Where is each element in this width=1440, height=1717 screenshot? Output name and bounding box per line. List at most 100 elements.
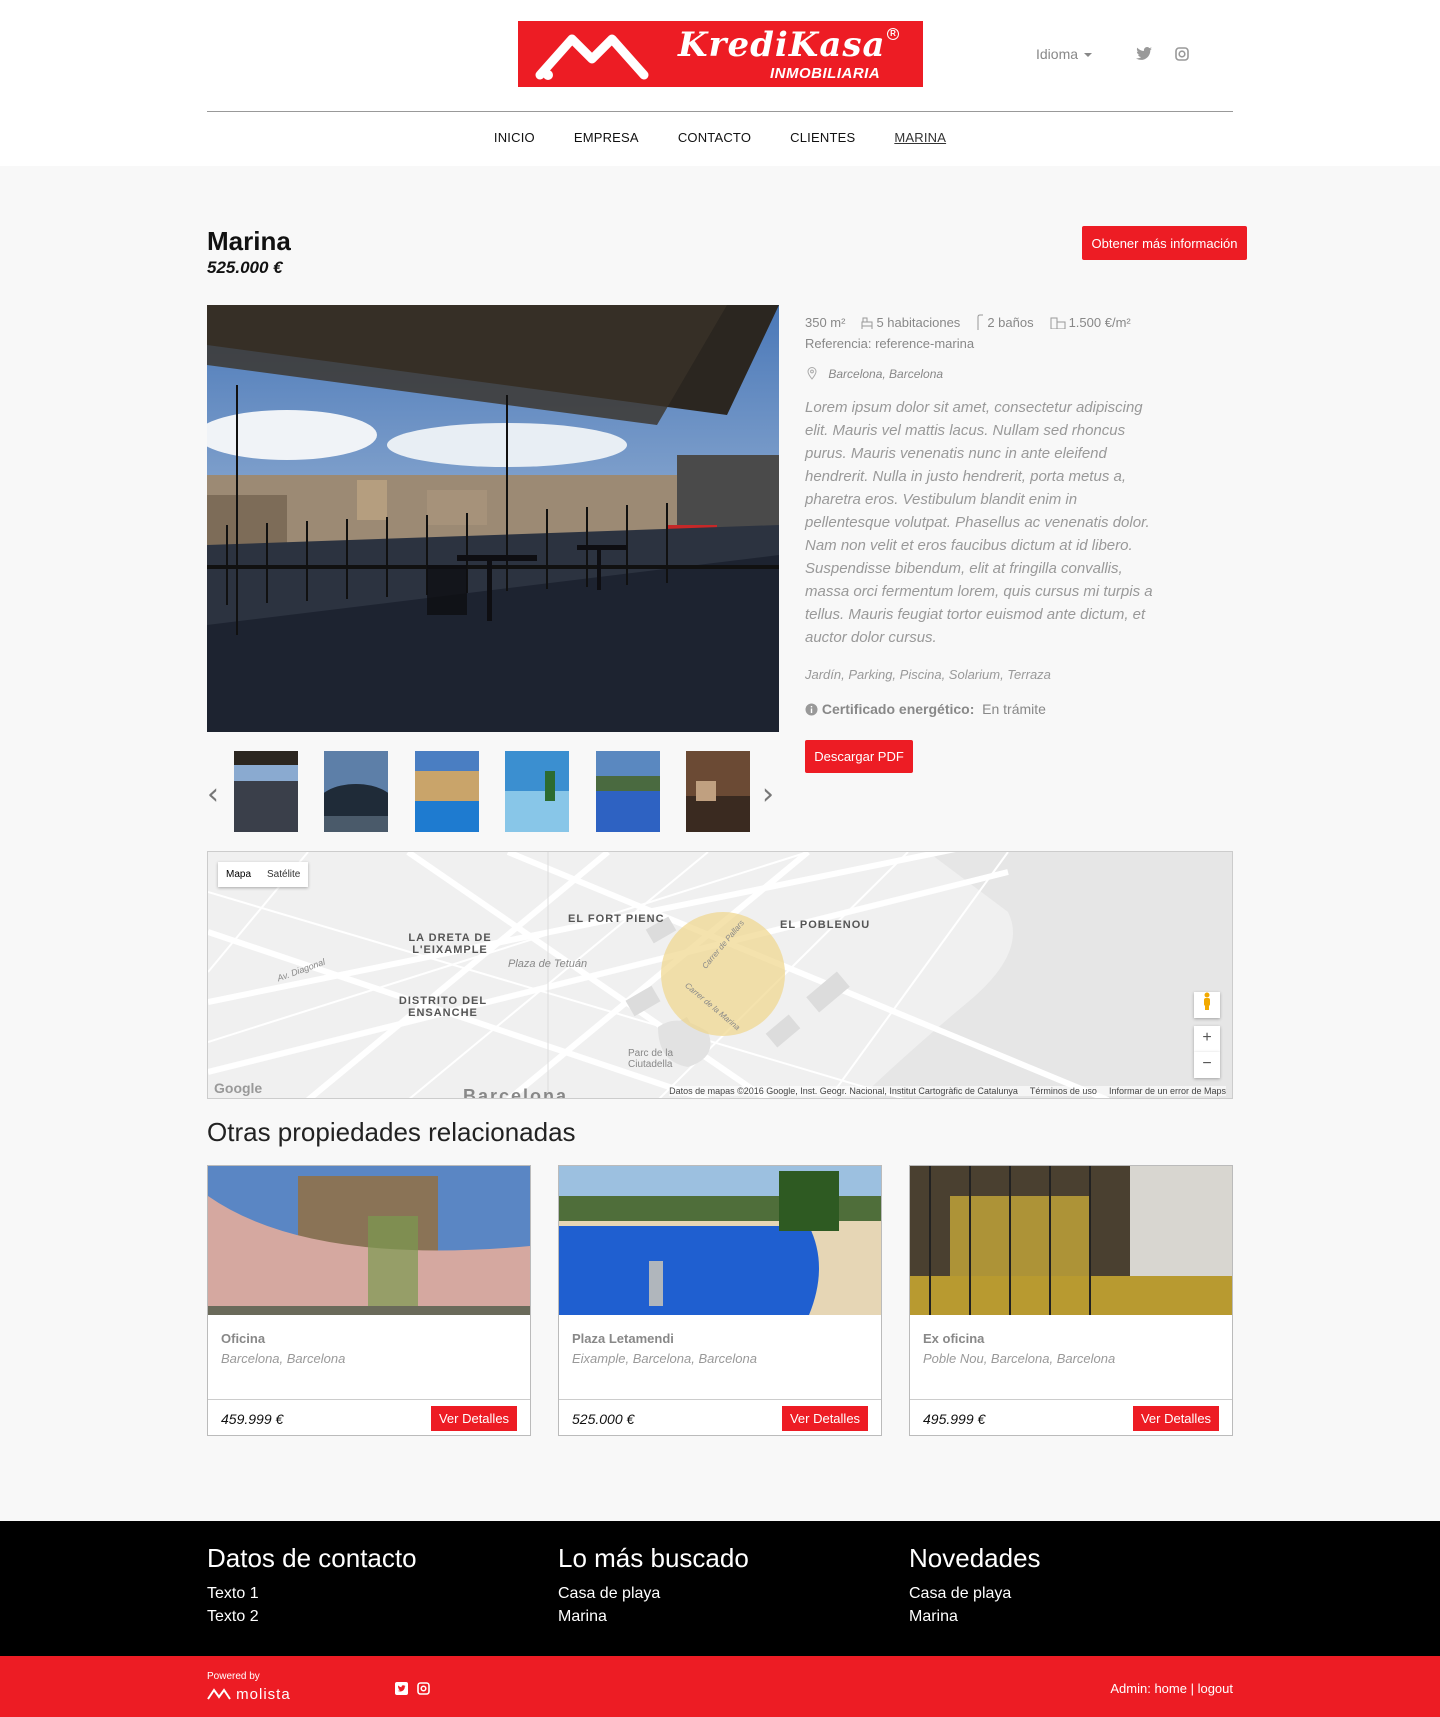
footer-link[interactable]: Casa de playa xyxy=(558,1582,749,1605)
baths-label: 2 baños xyxy=(987,314,1034,330)
property-reference: Referencia: reference-marina xyxy=(805,336,975,351)
property-features: Jardín, Parking, Piscina, Solarium, Terr… xyxy=(805,667,1051,682)
related-location: Eixample, Barcelona, Barcelona xyxy=(572,1351,757,1366)
energy-label: Certificado energético: xyxy=(821,701,975,717)
card-divider xyxy=(910,1399,1232,1400)
more-info-button[interactable]: Obtener más información xyxy=(1082,226,1247,260)
molista-label: molista xyxy=(236,1686,291,1703)
nav-inicio[interactable]: INICIO xyxy=(494,130,535,145)
main-photo[interactable] xyxy=(207,305,779,732)
site-header: KrediKasa INMOBILIARIA R Idioma INICIO E… xyxy=(0,0,1440,166)
property-title: Marina xyxy=(207,226,291,256)
brand-logo[interactable]: KrediKasa INMOBILIARIA R xyxy=(518,21,923,87)
thumbnail[interactable] xyxy=(234,751,298,832)
related-card[interactable]: Oficina Barcelona, Barcelona 459.999 € V… xyxy=(207,1165,531,1436)
location-map[interactable]: Mapa Satélite EL FORT PIENC EL POBLENOU … xyxy=(207,851,1233,1099)
related-name: Plaza Letamendi xyxy=(572,1331,674,1346)
thumbnail[interactable] xyxy=(686,751,750,832)
map-report-link[interactable]: Informar de un error de Maps xyxy=(1109,1086,1226,1096)
map-label: DISTRITO DEL ENSANCHE xyxy=(398,995,488,1019)
card-divider xyxy=(208,1399,530,1400)
price-m2-stat: 1.500 €/m² xyxy=(1050,314,1131,330)
footer-news: Novedades Casa de playa Marina xyxy=(909,1543,1041,1628)
carousel-next-icon[interactable]: › xyxy=(762,777,774,812)
related-location: Poble Nou, Barcelona, Barcelona xyxy=(923,1351,1116,1366)
map-city-label: Barcelona xyxy=(463,1086,569,1099)
thumbnail[interactable] xyxy=(415,751,479,832)
download-pdf-button[interactable]: Descargar PDF xyxy=(805,740,913,773)
map-terms-link[interactable]: Términos de uso xyxy=(1030,1086,1097,1096)
related-card[interactable]: Ex oficina Poble Nou, Barcelona, Barcelo… xyxy=(909,1165,1233,1436)
twitter-square-icon[interactable] xyxy=(395,1682,408,1695)
related-card[interactable]: Plaza Letamendi Eixample, Barcelona, Bar… xyxy=(558,1165,882,1436)
property-location: Barcelona, Barcelona xyxy=(807,367,943,381)
zoom-in-button[interactable]: + xyxy=(1194,1026,1220,1052)
bed-icon xyxy=(861,317,873,329)
terrace-photo xyxy=(207,305,779,732)
related-location: Barcelona, Barcelona xyxy=(221,1351,346,1366)
nav-contacto[interactable]: CONTACTO xyxy=(678,130,751,145)
nav-marina[interactable]: MARINA xyxy=(894,130,946,145)
carousel-prev-icon[interactable]: ‹ xyxy=(207,777,219,812)
street-view-icon[interactable] xyxy=(1194,992,1220,1018)
footer-contact: Datos de contacto Texto 1 Texto 2 xyxy=(207,1543,417,1628)
twitter-icon[interactable] xyxy=(1136,47,1152,61)
language-dropdown[interactable]: Idioma xyxy=(1036,46,1093,62)
molista-logo[interactable]: molista xyxy=(207,1686,291,1703)
thumbnail[interactable] xyxy=(596,751,660,832)
view-details-button[interactable]: Ver Detalles xyxy=(431,1406,517,1431)
zoom-out-button[interactable]: − xyxy=(1194,1052,1220,1078)
map-background xyxy=(208,852,1232,1098)
nav-clientes[interactable]: CLIENTES xyxy=(790,130,855,145)
instagram-icon[interactable] xyxy=(1175,47,1189,61)
footer-link[interactable]: Casa de playa xyxy=(909,1582,1041,1605)
instagram-icon[interactable] xyxy=(417,1682,430,1695)
map-attribution: Datos de mapas ©2016 Google, Inst. Geogr… xyxy=(669,1086,1226,1096)
main-nav: INICIO EMPRESA CONTACTO CLIENTES MARINA xyxy=(0,130,1440,145)
card-divider xyxy=(559,1399,881,1400)
admin-home-link[interactable]: home xyxy=(1154,1681,1187,1696)
caret-down-icon xyxy=(1084,53,1093,58)
map-label: LA DRETA DE L'EIXAMPLE xyxy=(408,932,492,956)
price-m2-label: 1.500 €/m² xyxy=(1068,314,1131,330)
map-tab-satellite[interactable]: Satélite xyxy=(259,862,308,887)
admin-label: Admin: xyxy=(1110,1681,1151,1696)
map-type-toggle: Mapa Satélite xyxy=(218,862,309,887)
registered-icon: R xyxy=(887,28,899,40)
nav-empresa[interactable]: EMPRESA xyxy=(574,130,639,145)
map-credit: Datos de mapas ©2016 Google, Inst. Geogr… xyxy=(669,1086,1018,1096)
footer-most-searched: Lo más buscado Casa de playa Marina xyxy=(558,1543,749,1628)
view-details-button[interactable]: Ver Detalles xyxy=(1133,1406,1219,1431)
map-pin-icon xyxy=(807,367,817,380)
map-label: Parc de la Ciutadella xyxy=(628,1048,674,1070)
thumbnail[interactable] xyxy=(505,751,569,832)
view-details-button[interactable]: Ver Detalles xyxy=(782,1406,868,1431)
related-photo[interactable] xyxy=(208,1166,530,1315)
footer-item: Texto 2 xyxy=(207,1608,259,1625)
google-logo: Google xyxy=(214,1080,263,1096)
related-price: 495.999 € xyxy=(923,1411,986,1427)
related-name: Oficina xyxy=(221,1331,266,1346)
rooms-stat: 5 habitaciones xyxy=(861,314,960,330)
powered-by: Powered by xyxy=(207,1671,260,1682)
language-label: Idioma xyxy=(1036,46,1079,62)
map-label: Plaza de Tetuán xyxy=(508,958,588,970)
property-stats: 350 m² 5 habitaciones 2 baños 1.500 €/m² xyxy=(805,314,1131,330)
rooms-label: 5 habitaciones xyxy=(876,314,961,330)
map-tab-map[interactable]: Mapa xyxy=(218,862,259,887)
footer-heading: Datos de contacto xyxy=(207,1543,417,1573)
related-price: 525.000 € xyxy=(572,1411,635,1427)
admin-links: Admin: home | logout xyxy=(1110,1681,1233,1696)
property-price: 525.000 € xyxy=(207,258,283,277)
related-photo[interactable] xyxy=(910,1166,1232,1315)
admin-logout-link[interactable]: logout xyxy=(1198,1681,1233,1696)
house-logo-icon xyxy=(535,34,649,80)
footer-link[interactable]: Marina xyxy=(909,1605,1041,1628)
thumbnail-carousel: ‹ › xyxy=(207,751,779,833)
map-label: EL POBLENOU xyxy=(780,919,871,931)
related-price: 459.999 € xyxy=(221,1411,284,1427)
thumbnail[interactable] xyxy=(324,751,388,832)
shower-icon xyxy=(977,314,984,330)
footer-link[interactable]: Marina xyxy=(558,1605,749,1628)
related-photo[interactable] xyxy=(559,1166,881,1315)
